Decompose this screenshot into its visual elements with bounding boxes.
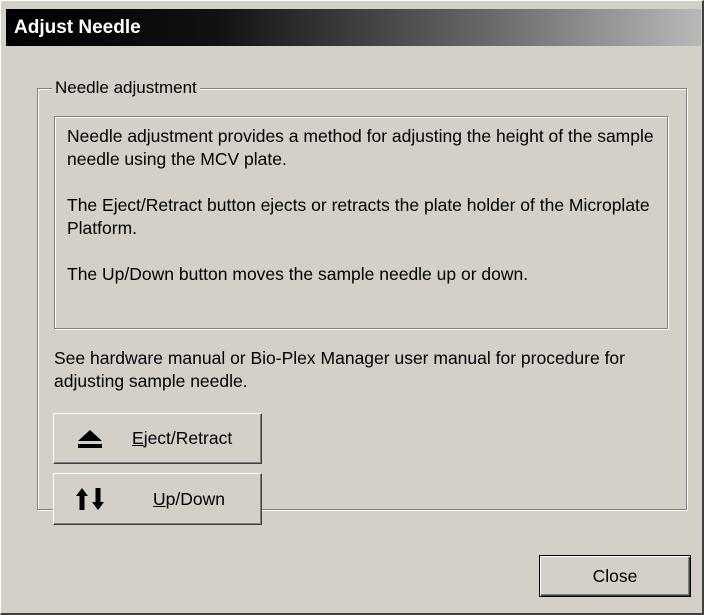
info-paragraph: The Eject/Retract button ejects or retra… — [67, 195, 650, 238]
info-paragraph: Needle adjustment provides a method for … — [67, 126, 654, 169]
up-down-label: Up/Down — [153, 488, 225, 509]
info-panel: Needle adjustment provides a method for … — [54, 116, 668, 329]
eject-retract-button[interactable]: Eject/Retract — [53, 413, 262, 464]
up-down-button[interactable]: Up/Down — [53, 473, 262, 525]
adjust-needle-dialog: Adjust Needle Needle adjustment Needle a… — [0, 0, 704, 615]
info-paragraph: The Up/Down button moves the sample need… — [67, 264, 529, 284]
eject-retract-label: Eject/Retract — [132, 428, 233, 448]
groupbox-legend: Needle adjustment — [52, 78, 200, 98]
eject-icon — [70, 428, 110, 450]
up-down-arrows-icon — [70, 487, 110, 511]
close-button[interactable]: Close — [539, 555, 691, 597]
manual-note: See hardware manual or Bio-Plex Manager … — [54, 348, 625, 391]
window-title: Adjust Needle — [14, 16, 141, 38]
title-bar[interactable]: Adjust Needle — [6, 9, 701, 46]
